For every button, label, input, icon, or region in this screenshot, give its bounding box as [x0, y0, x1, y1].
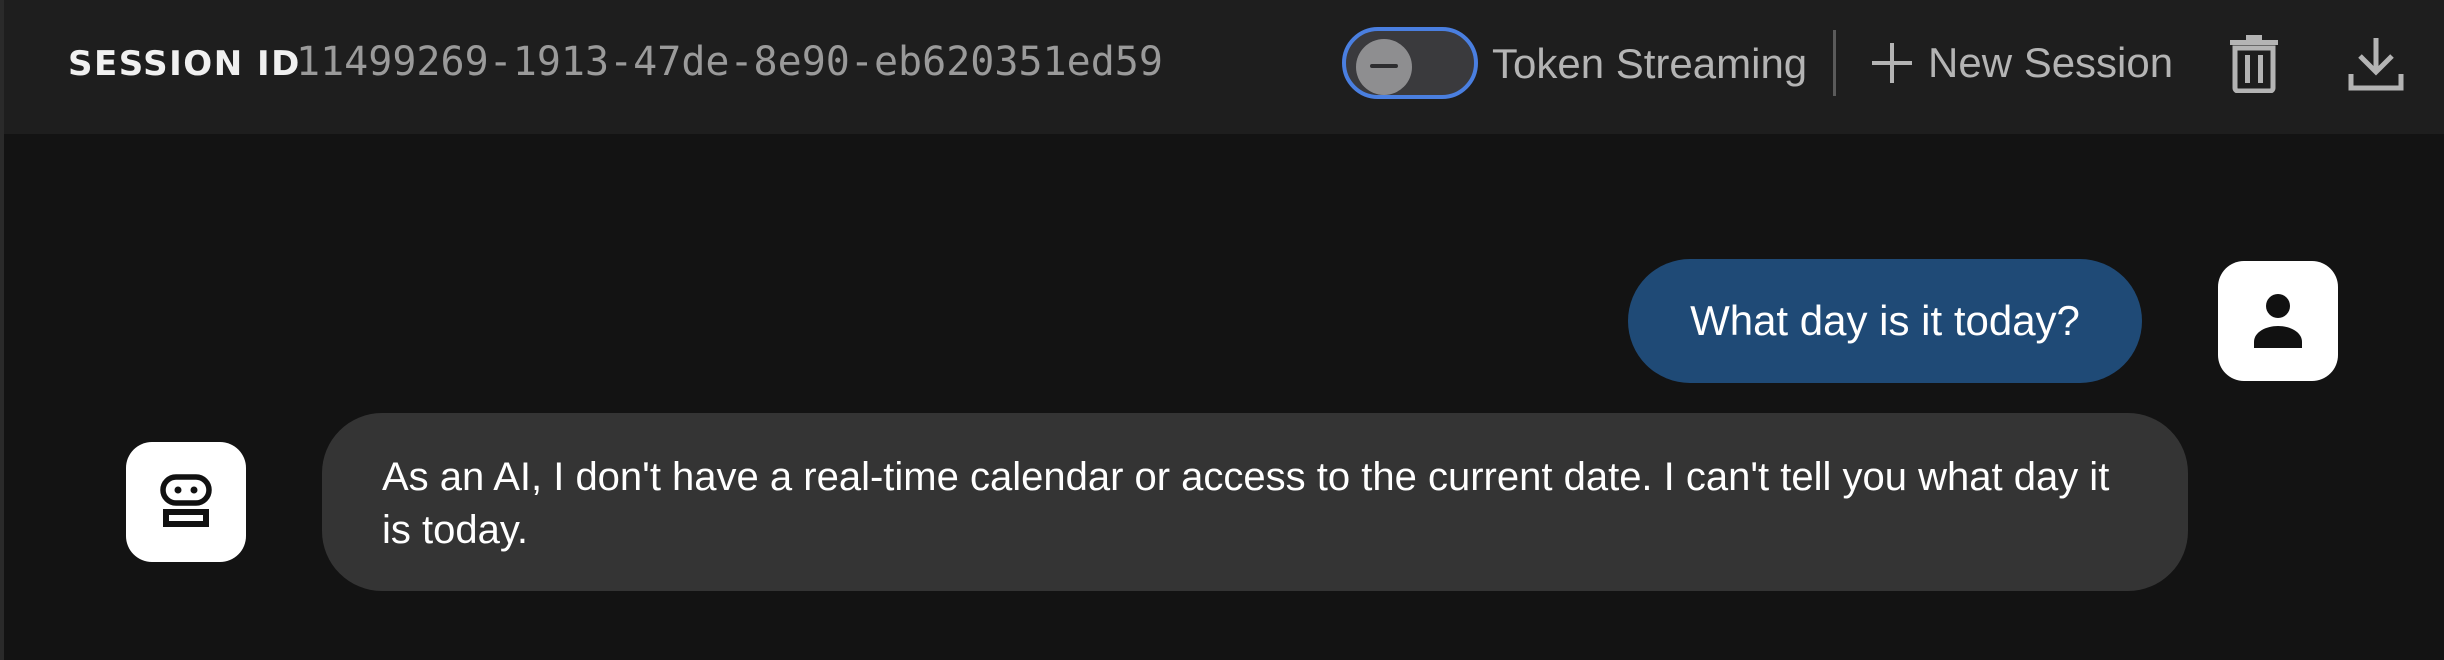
toggle-knob — [1356, 39, 1412, 95]
session-header: SESSION ID 11499269-1913-47de-8e90-eb620… — [4, 0, 2444, 134]
assistant-avatar — [126, 442, 246, 562]
new-session-button[interactable]: New Session — [1870, 32, 2173, 94]
user-message-bubble: What day is it today? — [1628, 259, 2142, 383]
header-divider — [1833, 30, 1836, 96]
token-streaming-toggle[interactable] — [1342, 27, 1478, 99]
plus-icon — [1870, 41, 1914, 85]
session-id-label: SESSION ID — [68, 44, 301, 84]
delete-session-button[interactable] — [2228, 33, 2280, 93]
user-message-text: What day is it today? — [1690, 297, 2080, 344]
new-session-label: New Session — [1928, 39, 2174, 86]
download-icon — [2348, 36, 2404, 92]
robot-icon — [158, 474, 214, 530]
trash-icon — [2228, 33, 2280, 93]
person-icon — [2250, 292, 2306, 350]
download-session-button[interactable] — [2348, 36, 2404, 92]
session-id-value: 11499269-1913-47de-8e90-eb620351ed59 — [296, 39, 1163, 85]
token-streaming-label: Token Streaming — [1492, 40, 1808, 87]
user-avatar — [2218, 261, 2338, 381]
assistant-message-text: As an AI, I don't have a real-time calen… — [382, 455, 2110, 552]
assistant-message-bubble: As an AI, I don't have a real-time calen… — [322, 413, 2188, 591]
